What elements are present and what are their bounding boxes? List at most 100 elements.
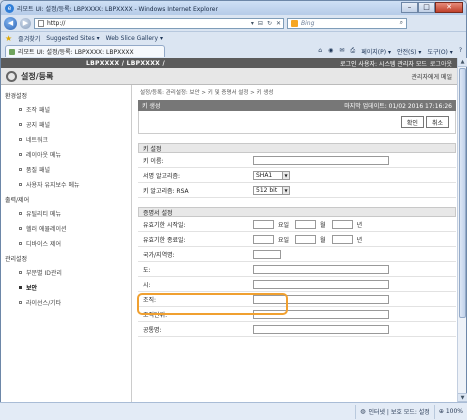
form-row: 서명 알고리즘: SHA1 ▼ [138, 168, 456, 183]
back-button[interactable]: ◀ [4, 16, 17, 30]
home-icon[interactable]: ⌂ [318, 47, 322, 56]
sidebar-item[interactable]: 디바이스 제어 [1, 236, 131, 251]
ie-logo-icon: e [5, 3, 14, 13]
sidebar-item[interactable]: 유틸리티 메뉴 [1, 206, 131, 221]
page-viewport: LBPXXXX / LBPXXXX / 로그인 사용자: 시스템 관리자 모드 … [1, 58, 457, 402]
scroll-down-arrow[interactable]: ▼ [458, 393, 467, 402]
admin-mail-link[interactable]: 관리자에게 메일 [411, 72, 452, 81]
date-part-input[interactable] [253, 234, 274, 244]
favorites-bar: ★ 즐겨찾기 Suggested Sites ▾ Web Slice Galle… [1, 31, 466, 44]
search-placeholder: Bing [301, 19, 315, 27]
sidebar-item-label: 부문별 ID관리 [26, 270, 62, 277]
select-value: SHA1 [256, 171, 273, 179]
sidebar-item[interactable]: 품질 패널 [1, 162, 131, 177]
date-unit-label: 년 [356, 221, 363, 229]
address-text: http:// [47, 19, 66, 27]
address-row: ◀ ▶ http:// ▾ ⊟ ↻ ✕ Bing ⌕ [1, 15, 466, 31]
favorites-label[interactable]: 즐겨찾기 [18, 34, 40, 43]
form-row: 키 알고리즘: RSA 512 bit ▼ [138, 183, 456, 198]
date-part-input[interactable] [331, 219, 353, 229]
bullet-icon [19, 108, 22, 111]
sidebar-item[interactable]: 공지 패널 [1, 117, 131, 132]
bullet-icon [19, 138, 22, 141]
web-slice-gallery-link[interactable]: Web Slice Gallery ▾ [106, 35, 163, 42]
field-label: 도: [143, 266, 151, 274]
field-label: 키 알고리즘: RSA [143, 187, 189, 195]
cert-text-input[interactable] [253, 264, 389, 274]
logout-link[interactable]: 로그아웃 [430, 59, 452, 68]
sidebar-item-label: 공지 패널 [26, 122, 50, 129]
mail-icon[interactable]: ✉ [339, 47, 344, 56]
bullet-icon [19, 153, 22, 156]
sidebar-item[interactable]: 사용자 유지보수 메뉴 [1, 177, 131, 192]
form-row: 시: [138, 277, 456, 292]
zoom-level[interactable]: ⊕ 100% [433, 404, 467, 419]
sidebar-item[interactable]: 라이선스/기타 [1, 295, 131, 310]
help-icon[interactable]: ? [459, 47, 462, 56]
feeds-icon[interactable]: ◉ [328, 47, 333, 56]
form-row: 국가/지역명: [138, 247, 456, 262]
bullet-icon [19, 301, 22, 304]
ok-button[interactable]: 확인 [400, 116, 424, 128]
print-icon[interactable]: ⎙ [350, 47, 355, 56]
sidebar-item[interactable]: 보안 [1, 280, 131, 295]
close-button[interactable]: ✕ [435, 2, 463, 13]
vertical-scrollbar[interactable]: ▲ ▼ [457, 58, 467, 402]
form-row: 도: [138, 262, 456, 277]
zoom-text: 100% [445, 408, 463, 415]
sidebar-item-label: 유틸리티 메뉴 [26, 211, 62, 218]
minimize-button[interactable]: – [401, 2, 418, 13]
date-part-input[interactable] [331, 234, 353, 244]
cert-text-input[interactable] [253, 279, 389, 289]
sidebar-item[interactable]: 부문별 ID관리 [1, 265, 131, 280]
cert-text-input[interactable] [253, 309, 389, 319]
scroll-thumb[interactable] [459, 68, 466, 318]
signature-algorithm-select[interactable]: SHA1 ▼ [253, 170, 290, 180]
maximize-button[interactable]: □ [418, 2, 435, 13]
sidebar-group-title: 환경설정 [5, 93, 28, 100]
dropdown-icon[interactable]: ▾ [251, 20, 254, 27]
sidebar-item[interactable]: 레이아웃 메뉴 [1, 147, 131, 162]
date-part-input[interactable] [295, 219, 317, 229]
page-menu[interactable]: 페이지(P) ▾ [361, 47, 391, 56]
forward-button[interactable]: ▶ [20, 17, 31, 29]
app-header: LBPXXXX / LBPXXXX / 로그인 사용자: 시스템 관리자 모드 … [1, 58, 457, 68]
search-box[interactable]: Bing ⌕ [287, 17, 407, 29]
cert-text-input[interactable] [253, 324, 389, 334]
panel-title: 키 생성 [142, 103, 161, 110]
key-name-input[interactable] [253, 155, 389, 165]
sidebar-item[interactable]: 네트워크 [1, 132, 131, 147]
command-bar: ⌂ ◉ ✉ ⎙ 페이지(P) ▾ 안전(S) ▾ 도구(O) ▾ ? [318, 47, 466, 56]
cert-text-input[interactable] [253, 294, 389, 304]
favorites-star-icon[interactable]: ★ [5, 34, 12, 43]
date-part-input[interactable] [295, 234, 317, 244]
refresh-icon[interactable]: ↻ [267, 20, 272, 27]
sidebar-item[interactable]: 헬러 에뮬레이션 [1, 221, 131, 236]
title-bar: e 리모트 UI: 설정/등록: LBPXXXX: LBPXXXX - Wind… [1, 1, 466, 15]
scroll-up-arrow[interactable]: ▲ [458, 58, 467, 67]
chevron-down-icon[interactable]: ▼ [282, 186, 289, 194]
field-label: 공통명: [143, 326, 162, 334]
settings-gear-icon [6, 70, 17, 82]
compat-icon[interactable]: ⊟ [258, 20, 263, 27]
form-row: 공통명: [138, 322, 456, 337]
browser-tab[interactable]: 리모트 UI: 설정/등록: LBPXXXX: LBPXXXX [5, 45, 165, 57]
key-length-select[interactable]: 512 bit ▼ [253, 185, 290, 195]
bullet-icon [19, 227, 22, 230]
stop-icon[interactable]: ✕ [276, 20, 281, 27]
search-icon[interactable]: ⌕ [400, 19, 403, 27]
chevron-down-icon[interactable]: ▼ [282, 171, 289, 179]
safety-menu[interactable]: 안전(S) ▾ [397, 47, 421, 56]
breadcrumb: 설정/등록: 관리설정: 보안 > 키 및 증명서 설정 > 키 생성 [140, 90, 274, 96]
status-bar: ◍ 인터넷 | 보호 모드: 설정 ⊕ 100% [0, 402, 467, 420]
cancel-button[interactable]: 취소 [425, 116, 449, 128]
date-part-input[interactable] [253, 219, 274, 229]
country-input[interactable] [253, 249, 281, 259]
sidebar-item-label: 레이아웃 메뉴 [26, 152, 62, 159]
sidebar-item[interactable]: 조작 패널 [1, 102, 131, 117]
date-unit-label: 요일 [278, 221, 290, 229]
suggested-sites-link[interactable]: Suggested Sites ▾ [46, 35, 99, 42]
address-bar[interactable]: http:// ▾ ⊟ ↻ ✕ [34, 17, 284, 29]
tools-menu[interactable]: 도구(O) ▾ [427, 47, 452, 56]
sidebar-item-label: 조작 패널 [26, 107, 50, 114]
